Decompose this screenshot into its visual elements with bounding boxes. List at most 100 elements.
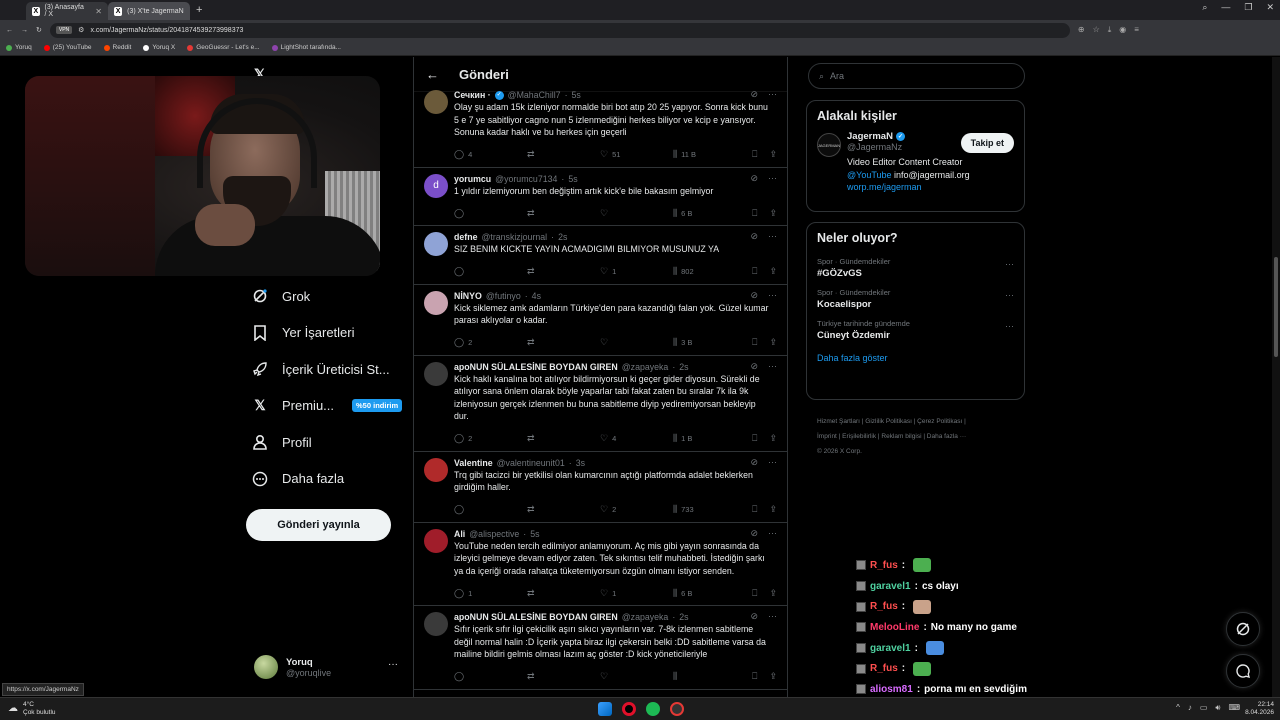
grok-icon[interactable]: ⊘ (750, 457, 758, 468)
retweet-button[interactable]: ⇄ (527, 337, 600, 348)
tweet[interactable]: apoNUN SÜLALESİNE BOYDAN GIREN @zapayeka… (414, 356, 787, 452)
star-icon[interactable]: ☆ (1093, 25, 1100, 35)
share-icon[interactable]: ⇪ (769, 266, 777, 277)
tweet[interactable]: apoNUN SÜLALESİNE BOYDAN GIREN @zapayeka… (414, 606, 787, 690)
vpn-badge[interactable]: VPN (55, 26, 73, 34)
reply-button[interactable]: ◯ 2 (454, 337, 527, 348)
like-button[interactable]: ♡ (600, 208, 673, 219)
more-horizontal-icon[interactable]: ··· (768, 290, 777, 301)
share-icon[interactable]: ⇪ (769, 208, 777, 219)
like-button[interactable]: ♡ 1 (600, 266, 673, 277)
retweet-button[interactable]: ⇄ (527, 504, 600, 515)
bookmark-item[interactable]: (25) YouTube (43, 44, 92, 51)
tweet[interactable]: Ali @alispective · 5s ⊘ ··· YouTube nede… (414, 523, 787, 606)
avatar[interactable]: d (424, 173, 448, 198)
author-handle[interactable]: @zapayeka (622, 611, 669, 623)
reply-button[interactable]: ◯ 2 (454, 433, 527, 444)
reply-button[interactable]: ◯ 4 (454, 149, 527, 160)
like-button[interactable]: ♡ (600, 671, 673, 682)
more-horizontal-icon[interactable]: ··· (768, 173, 777, 184)
bio-link[interactable]: @YouTube (847, 170, 892, 180)
related-user[interactable]: JAGERMAN JagermaN ✓ @JagermaNz Takip et … (807, 131, 1024, 202)
sidebar-item-profile[interactable]: Profil (252, 424, 402, 461)
obs-icon[interactable] (670, 702, 684, 716)
more-horizontal-icon[interactable]: ··· (768, 361, 777, 372)
like-button[interactable]: ♡ 2 (600, 504, 673, 515)
bookmark-item[interactable]: Reddit (103, 44, 131, 51)
author-handle[interactable]: @transkizjournal (481, 231, 547, 243)
share-icon[interactable]: ⇪ (769, 337, 777, 348)
windows-start-icon[interactable] (598, 702, 612, 716)
bookmark-icon[interactable]: ⎕ (752, 671, 757, 682)
close-window-icon[interactable]: ✕ (1266, 2, 1274, 13)
more-horizontal-icon[interactable]: ··· (1005, 290, 1014, 300)
author-name[interactable]: Сечкин · (454, 89, 491, 101)
views-button[interactable]: ⫼ 6 B (673, 588, 746, 599)
chat-username[interactable]: garavel1 (870, 581, 911, 592)
author-handle[interactable]: @zapayeka (622, 361, 669, 373)
tab-jagerman[interactable]: X (3) X'te JagermaN: " (108, 2, 190, 20)
trend-item[interactable]: Spor · Gündemdekiler #GÖZvGS ··· (807, 253, 1024, 284)
timestamp[interactable]: 5s (568, 173, 577, 185)
like-button[interactable]: ♡ (600, 337, 673, 348)
more-horizontal-icon[interactable]: ··· (388, 659, 398, 670)
keyboard-icon[interactable]: ⌨ (1228, 703, 1240, 713)
tweet[interactable]: Valentine @valentineunit01 · 3s ⊘ ··· Tr… (414, 452, 787, 523)
show-more-link[interactable]: Daha fazla göster (807, 346, 1024, 373)
tweet[interactable]: d yorumcu @yorumcu7134 · 5s ⊘ ··· 1 yıld… (414, 168, 787, 226)
sidebar-item-premium[interactable]: 𝕏 Premiu... %50 indirim (252, 388, 403, 425)
spotify-icon[interactable] (646, 702, 660, 716)
footer-line[interactable]: Hizmet Şartları | Gizlilik Politikası | … (817, 414, 1017, 429)
bookmark-icon[interactable]: ⎕ (752, 337, 757, 348)
volume-icon[interactable]: 🔊︎ (1215, 703, 1220, 713)
avatar[interactable] (424, 528, 448, 553)
forward-nav-icon[interactable]: → (21, 27, 28, 34)
author-handle[interactable]: @alispective (469, 528, 519, 540)
chat-username[interactable]: aliosm81 (870, 684, 913, 695)
download-icon[interactable]: ⤓ (1108, 25, 1112, 35)
close-tab-icon[interactable]: ✕ (95, 7, 102, 16)
views-button[interactable]: ⫼ 11 B (673, 149, 746, 160)
avatar[interactable] (424, 457, 448, 482)
reply-button[interactable]: ◯ 1 (454, 588, 527, 599)
clock[interactable]: 22:14 8.04.2026 (1245, 701, 1274, 717)
messages-float-button[interactable] (1226, 654, 1260, 688)
timestamp[interactable]: 3s (576, 457, 585, 469)
author-name[interactable]: Valentine (454, 457, 493, 469)
bookmark-item[interactable]: LightShot tarafında... (271, 44, 341, 51)
grok-icon[interactable]: ⊘ (750, 361, 758, 372)
views-button[interactable]: ⫼ 6 B (673, 208, 746, 219)
bookmark-item[interactable]: Yoruq X (143, 44, 175, 51)
more-horizontal-icon[interactable]: ··· (1005, 321, 1014, 331)
new-tab-button[interactable]: + (196, 4, 202, 16)
avatar[interactable] (424, 612, 448, 636)
share-icon[interactable]: ⇪ (769, 433, 777, 444)
bookmark-icon[interactable]: ⎕ (752, 149, 757, 160)
timestamp[interactable]: 5s (530, 528, 539, 540)
retweet-button[interactable]: ⇄ (527, 433, 600, 444)
author-handle[interactable]: @yorumcu7134 (495, 173, 557, 185)
profile-icon[interactable]: ◉ (1119, 25, 1126, 35)
sidebar-item-creator-studio[interactable]: İçerik Üreticisi St... (252, 351, 402, 388)
timestamp[interactable]: 4s (532, 290, 541, 302)
tweet[interactable]: NİNYO @futinyo · 4s ⊘ ··· Kick siklemez … (414, 285, 787, 356)
share-icon[interactable]: ⇪ (769, 504, 777, 515)
chat-username[interactable]: R_fus (870, 601, 898, 612)
timestamp[interactable]: 2s (679, 361, 688, 373)
reply-button[interactable]: ◯ (454, 504, 527, 515)
chat-username[interactable]: MelooLine (870, 622, 919, 633)
sidebar-item-more[interactable]: Daha fazla (252, 461, 402, 498)
chat-username[interactable]: R_fus (870, 663, 898, 674)
chat-username[interactable]: garavel1 (870, 643, 911, 654)
more-horizontal-icon[interactable]: ··· (768, 89, 777, 100)
maximize-icon[interactable]: ❐ (1244, 2, 1252, 13)
avatar[interactable] (424, 361, 448, 386)
views-button[interactable]: ⫼ 3 B (673, 337, 746, 348)
retweet-button[interactable]: ⇄ (527, 208, 600, 219)
author-handle[interactable]: @MahaChill7 (508, 89, 561, 101)
grok-float-button[interactable] (1226, 612, 1260, 646)
grok-icon[interactable]: ⊘ (750, 173, 758, 184)
timestamp[interactable]: 2s (679, 611, 688, 623)
bookmark-item[interactable]: GeoGuessr - Let's e... (187, 44, 260, 51)
menu-icon[interactable]: ≡ (1134, 25, 1139, 35)
